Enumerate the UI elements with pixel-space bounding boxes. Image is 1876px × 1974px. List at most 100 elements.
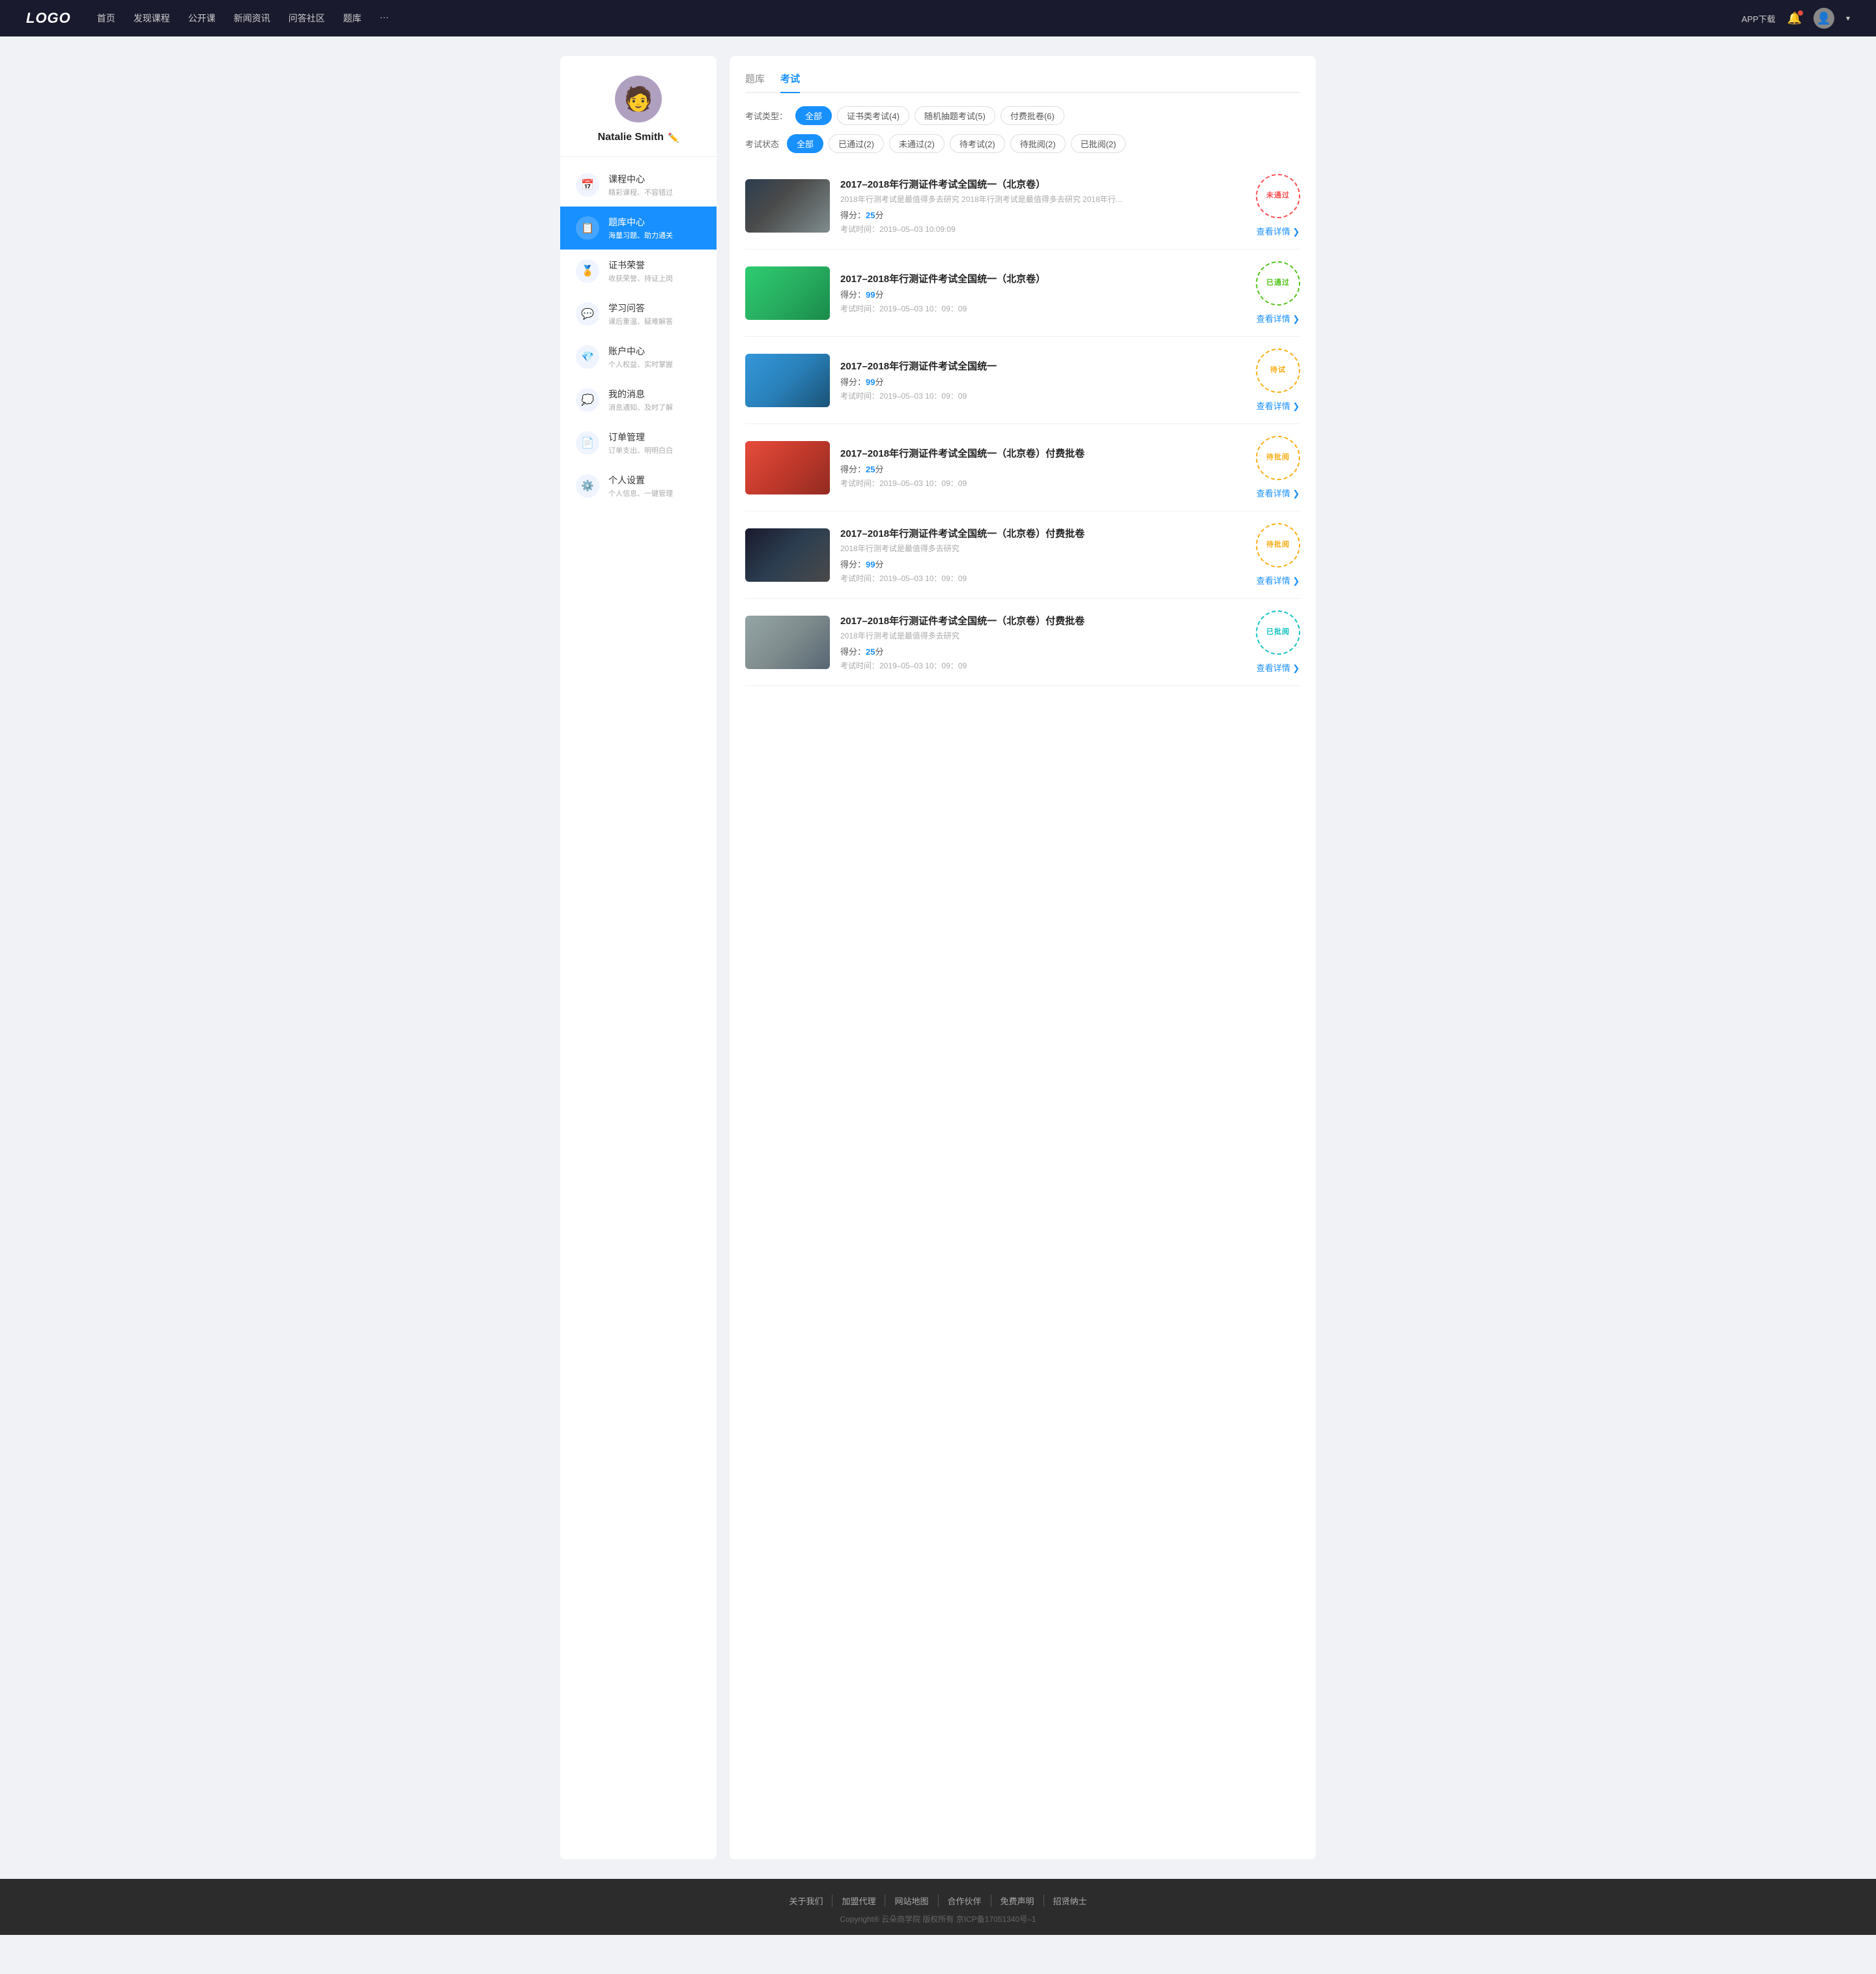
exam-status-stamp: 已批阅 bbox=[1256, 610, 1300, 655]
exam-title: 2017–2018年行测证件考试全国统一（北京卷）付费批卷 bbox=[840, 526, 1245, 540]
sidebar-subtitle-account: 个人权益、实时掌握 bbox=[608, 359, 701, 369]
exam-score: 得分：25分 bbox=[840, 463, 1245, 475]
filter-type-paid[interactable]: 付费批卷(6) bbox=[1001, 106, 1064, 125]
sidebar-subtitle-settings: 个人信息、一键管理 bbox=[608, 488, 701, 498]
sidebar-icon-account: 💎 bbox=[576, 345, 599, 369]
user-avatar[interactable]: 👤 bbox=[1813, 8, 1834, 29]
nav-link[interactable]: ··· bbox=[380, 12, 389, 25]
sidebar-item-account[interactable]: 💎 账户中心 个人权益、实时掌握 bbox=[560, 336, 717, 379]
exam-item: 2017–2018年行测证件考试全国统一 得分：99分 考试时间：2019–05… bbox=[745, 337, 1300, 424]
sidebar-item-certificate[interactable]: 🏅 证书荣誉 收获荣誉、持证上岗 bbox=[560, 250, 717, 293]
sidebar-item-course-center[interactable]: 📅 课程中心 精彩课程、不容错过 bbox=[560, 164, 717, 207]
footer-link[interactable]: 关于我们 bbox=[780, 1895, 832, 1907]
page-wrapper: 🧑 Natalie Smith ✏️ 📅 课程中心 精彩课程、不容错过 📋 题库… bbox=[0, 0, 1876, 1935]
exam-time: 考试时间：2019–05–03 10：09：09 bbox=[840, 478, 1245, 489]
navbar-right: APP下载 🔔 👤 ▾ bbox=[1742, 8, 1850, 29]
filter-type-cert[interactable]: 证书类考试(4) bbox=[837, 106, 909, 125]
notification-dot bbox=[1798, 10, 1803, 16]
exam-info: 2017–2018年行测证件考试全国统一（北京卷） 2018年行测考试是最值得多… bbox=[840, 177, 1245, 235]
exam-title: 2017–2018年行测证件考试全国统一 bbox=[840, 359, 1245, 373]
sidebar-item-settings[interactable]: ⚙️ 个人设置 个人信息、一键管理 bbox=[560, 465, 717, 508]
exam-detail-link[interactable]: 查看详情 ❯ bbox=[1257, 661, 1300, 674]
exam-item: 2017–2018年行测证件考试全国统一（北京卷） 得分：99分 考试时间：20… bbox=[745, 250, 1300, 337]
filter-status-reviewed[interactable]: 已批阅(2) bbox=[1071, 134, 1126, 153]
nav-link[interactable]: 问答社区 bbox=[289, 12, 325, 25]
exam-actions: 已通过 查看详情 ❯ bbox=[1256, 261, 1300, 324]
exam-time: 考试时间：2019–05–03 10：09：09 bbox=[840, 303, 1245, 314]
exam-item: 2017–2018年行测证件考试全国统一（北京卷）付费批卷 2018年行测考试是… bbox=[745, 599, 1300, 686]
sidebar: 🧑 Natalie Smith ✏️ 📅 课程中心 精彩课程、不容错过 📋 题库… bbox=[560, 56, 717, 1859]
sidebar-icon-qa: 💬 bbox=[576, 302, 599, 326]
exam-detail-link[interactable]: 查看详情 ❯ bbox=[1257, 399, 1300, 412]
footer-links: 关于我们加盟代理网站地图合作伙伴免费声明招贤纳士 bbox=[13, 1895, 1863, 1907]
sidebar-subtitle-messages: 消息通知、及时了解 bbox=[608, 402, 701, 412]
exam-item: 2017–2018年行测证件考试全国统一（北京卷）付费批卷 2018年行测考试是… bbox=[745, 511, 1300, 599]
exam-detail-link[interactable]: 查看详情 ❯ bbox=[1257, 225, 1300, 237]
filter-type-random[interactable]: 随机抽题考试(5) bbox=[915, 106, 995, 125]
sidebar-item-messages[interactable]: 💭 我的消息 消息通知、及时了解 bbox=[560, 379, 717, 422]
footer-link[interactable]: 加盟代理 bbox=[832, 1895, 885, 1907]
exam-title: 2017–2018年行测证件考试全国统一（北京卷）付费批卷 bbox=[840, 446, 1245, 460]
user-name-row: Natalie Smith ✏️ bbox=[598, 132, 679, 143]
nav-link[interactable]: 题库 bbox=[343, 12, 362, 25]
tab-question-bank[interactable]: 题库 bbox=[745, 72, 765, 93]
exam-info: 2017–2018年行测证件考试全国统一（北京卷）付费批卷 2018年行测考试是… bbox=[840, 526, 1245, 584]
nav-link[interactable]: 首页 bbox=[97, 12, 115, 25]
exam-thumbnail bbox=[745, 528, 830, 582]
sidebar-item-qa[interactable]: 💬 学习问答 课后重温、疑难解答 bbox=[560, 293, 717, 336]
exam-time: 考试时间：2019–05–03 10：09：09 bbox=[840, 390, 1245, 401]
nav-link[interactable]: 发现课程 bbox=[134, 12, 170, 25]
sidebar-item-exam-center[interactable]: 📋 题库中心 海量习题、助力通关 bbox=[560, 207, 717, 250]
footer-link[interactable]: 网站地图 bbox=[885, 1895, 938, 1907]
exam-actions: 未通过 查看详情 ❯ bbox=[1256, 174, 1300, 237]
exam-title: 2017–2018年行测证件考试全国统一（北京卷） bbox=[840, 272, 1245, 285]
filter-type-row: 考试类型： 全部证书类考试(4) 随机抽题考试(5) 付费批卷(6) bbox=[745, 106, 1300, 125]
edit-profile-icon[interactable]: ✏️ bbox=[668, 132, 679, 143]
exam-status-stamp: 未通过 bbox=[1256, 174, 1300, 218]
exam-score: 得分：99分 bbox=[840, 375, 1245, 388]
exam-detail-link[interactable]: 查看详情 ❯ bbox=[1257, 487, 1300, 499]
sidebar-title-qa: 学习问答 bbox=[608, 302, 701, 315]
footer-link[interactable]: 免费声明 bbox=[991, 1895, 1044, 1907]
nav-links: 首页 发现课程 公开课 新闻资讯 问答社区 题库 ··· bbox=[97, 12, 1742, 25]
exam-status-stamp: 待试 bbox=[1256, 349, 1300, 393]
notification-bell[interactable]: 🔔 bbox=[1787, 12, 1802, 25]
sidebar-title-account: 账户中心 bbox=[608, 345, 701, 358]
navbar: LOGO 首页发现课程公开课新闻资讯问答社区题库··· APP下载 🔔 👤 ▾ bbox=[0, 0, 1876, 36]
sidebar-icon-course-center: 📅 bbox=[576, 173, 599, 197]
sidebar-subtitle-course-center: 精彩课程、不容错过 bbox=[608, 187, 701, 197]
filter-status-failed[interactable]: 未通过(2) bbox=[889, 134, 945, 153]
exam-item: 2017–2018年行测证件考试全国统一（北京卷）付费批卷 得分：25分 考试时… bbox=[745, 424, 1300, 511]
exam-score: 得分：25分 bbox=[840, 645, 1245, 657]
exam-detail-link[interactable]: 查看详情 ❯ bbox=[1257, 312, 1300, 324]
filter-status-options: 全部已通过(2) 未通过(2) 待考试(2) 待批阅(2) 已批阅(2) bbox=[787, 134, 1126, 153]
filter-status-pending[interactable]: 待考试(2) bbox=[950, 134, 1005, 153]
sidebar-item-orders[interactable]: 📄 订单管理 订单支出、明明白白 bbox=[560, 422, 717, 465]
sidebar-title-course-center: 课程中心 bbox=[608, 173, 701, 186]
nav-link[interactable]: 新闻资讯 bbox=[234, 12, 270, 25]
filter-type-all[interactable]: 全部 bbox=[795, 106, 832, 125]
exam-info: 2017–2018年行测证件考试全国统一 得分：99分 考试时间：2019–05… bbox=[840, 359, 1245, 401]
exam-thumbnail bbox=[745, 441, 830, 494]
filter-status-reviewing[interactable]: 待批阅(2) bbox=[1010, 134, 1066, 153]
footer-link[interactable]: 合作伙伴 bbox=[939, 1895, 991, 1907]
sidebar-icon-orders: 📄 bbox=[576, 431, 599, 455]
sidebar-icon-settings: ⚙️ bbox=[576, 474, 599, 498]
exam-list: 2017–2018年行测证件考试全国统一（北京卷） 2018年行测考试是最值得多… bbox=[745, 162, 1300, 686]
tab-exam[interactable]: 考试 bbox=[780, 72, 800, 93]
nav-link[interactable]: 公开课 bbox=[188, 12, 216, 25]
exam-detail-link[interactable]: 查看详情 ❯ bbox=[1257, 574, 1300, 586]
exam-desc: 2018年行测考试是最值得多去研究 2018年行测考试是最值得多去研究 2018… bbox=[840, 193, 1245, 205]
filter-type-label: 考试类型： bbox=[745, 109, 788, 122]
exam-status-stamp: 待批阅 bbox=[1256, 523, 1300, 567]
avatar: 🧑 bbox=[615, 76, 662, 122]
sidebar-icon-exam-center: 📋 bbox=[576, 216, 599, 240]
filter-status-passed[interactable]: 已通过(2) bbox=[829, 134, 884, 153]
exam-actions: 待试 查看详情 ❯ bbox=[1256, 349, 1300, 412]
app-download-link[interactable]: APP下载 bbox=[1742, 12, 1776, 25]
filter-status-row: 考试状态 全部已通过(2)未通过(2)待考试(2)待批阅(2)已批阅(2) bbox=[745, 134, 1300, 153]
user-menu-chevron[interactable]: ▾ bbox=[1846, 14, 1850, 23]
sidebar-title-certificate: 证书荣誉 bbox=[608, 259, 701, 272]
filter-status-all[interactable]: 全部 bbox=[787, 134, 823, 153]
footer-link[interactable]: 招贤纳士 bbox=[1044, 1895, 1096, 1907]
